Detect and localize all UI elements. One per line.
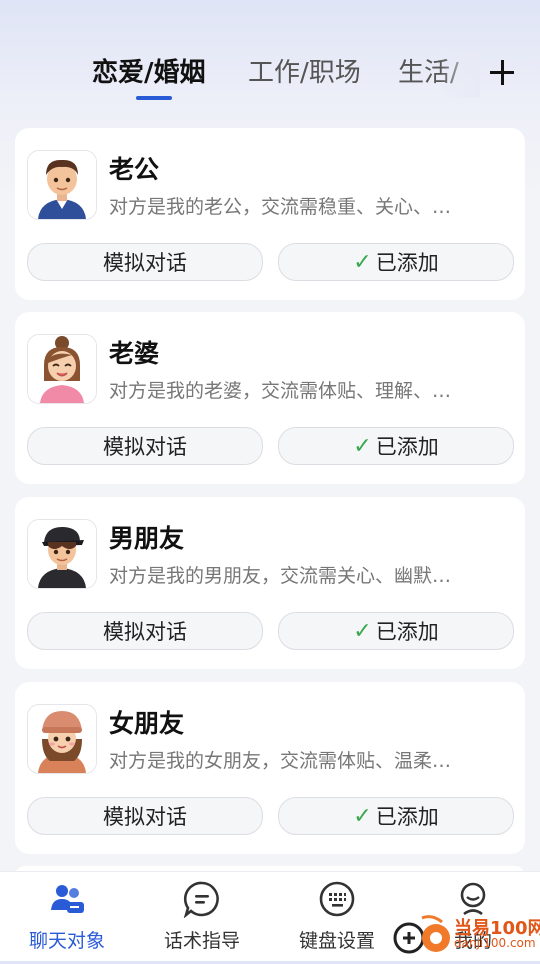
card-title: 老婆 (109, 339, 160, 368)
added-label: 已添加 (375, 251, 439, 275)
contact-card-wife: 老婆 对方是我的老婆，交流需体贴、理解、… 模拟对话 ✓ 已添加 (15, 312, 525, 484)
contact-card-husband: 老公 对方是我的老公，交流需稳重、关心、… 模拟对话 ✓ 已添加 (15, 128, 525, 300)
added-label: 已添加 (375, 620, 439, 644)
nav-label: 聊天对象 (28, 930, 105, 952)
card-description: 对方是我的老公，交流需稳重、关心、… (109, 196, 452, 218)
added-button[interactable]: ✓ 已添加 (278, 612, 514, 650)
card-title: 男朋友 (109, 524, 185, 553)
simulate-chat-button[interactable]: 模拟对话 (27, 243, 263, 281)
watermark-logo: 当易100网 danji100.com (392, 912, 540, 960)
girl-beanie-avatar-icon (27, 704, 97, 774)
tab-romance-marriage[interactable]: 恋爱/婚姻 (92, 56, 206, 90)
nav-label: 话术指导 (163, 930, 240, 952)
added-label: 已添加 (375, 805, 439, 829)
check-icon: ✓ (353, 803, 372, 829)
check-icon: ✓ (353, 433, 372, 459)
add-category-button[interactable] (486, 52, 520, 92)
nav-chat-targets[interactable]: 聊天对象 (2, 880, 132, 960)
active-tab-indicator (136, 96, 172, 100)
nav-speech-guide[interactable]: 话术指导 (137, 880, 267, 960)
boy-cap-avatar-icon (27, 519, 97, 589)
keyboard-icon (319, 881, 355, 917)
contact-card-boyfriend: 男朋友 对方是我的男朋友，交流需关心、幽默… 模拟对话 ✓ 已添加 (15, 497, 525, 669)
check-icon: ✓ (353, 618, 372, 644)
watermark-url: danji100.com (454, 936, 536, 950)
tab-work-career[interactable]: 工作/职场 (248, 56, 361, 90)
card-description: 对方是我的女朋友，交流需体贴、温柔… (109, 750, 452, 772)
girl-avatar-icon (27, 334, 97, 404)
nav-keyboard-settings[interactable]: 键盘设置 (272, 880, 402, 960)
card-title: 老公 (109, 155, 160, 184)
category-tabs: 恋爱/婚姻 工作/职场 生活/ (0, 52, 540, 104)
simulate-chat-button[interactable]: 模拟对话 (27, 797, 263, 835)
added-button[interactable]: ✓ 已添加 (278, 243, 514, 281)
chat-bubble-icon (183, 881, 219, 918)
watermark-icon (393, 915, 450, 954)
contacts-icon (51, 885, 84, 913)
card-title: 女朋友 (109, 709, 185, 738)
simulate-chat-button[interactable]: 模拟对话 (27, 612, 263, 650)
added-button[interactable]: ✓ 已添加 (278, 797, 514, 835)
simulate-chat-button[interactable]: 模拟对话 (27, 427, 263, 465)
boy-avatar-icon (27, 150, 97, 220)
card-description: 对方是我的老婆，交流需体贴、理解、… (109, 380, 452, 402)
added-button[interactable]: ✓ 已添加 (278, 427, 514, 465)
nav-label: 键盘设置 (298, 930, 375, 952)
tab-fade (440, 52, 480, 98)
added-label: 已添加 (375, 435, 439, 459)
check-icon: ✓ (353, 249, 372, 275)
contact-card-girlfriend: 女朋友 对方是我的女朋友，交流需体贴、温柔… 模拟对话 ✓ 已添加 (15, 682, 525, 854)
card-description: 对方是我的男朋友，交流需关心、幽默… (109, 565, 452, 587)
